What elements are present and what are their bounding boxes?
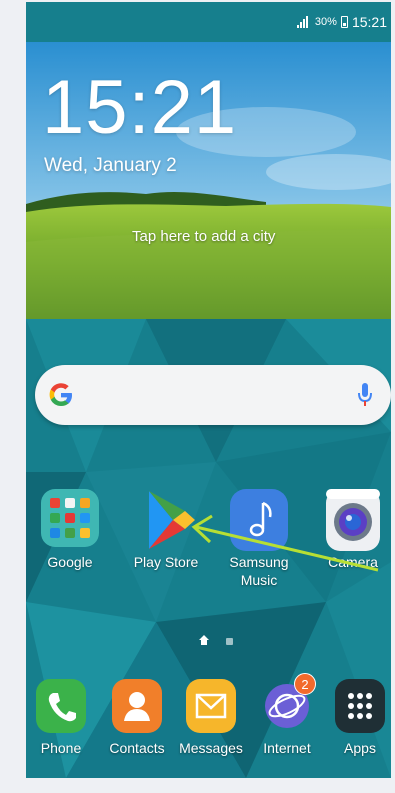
app-label: Play Store: [133, 554, 199, 570]
dock-phone[interactable]: Phone: [26, 679, 96, 757]
widget-date: Wed, January 2: [44, 155, 177, 176]
google-search-bar[interactable]: [35, 365, 391, 425]
app-label: Samsung Music: [229, 554, 289, 588]
page-indicator: [191, 632, 241, 650]
play-store-icon: [137, 489, 195, 551]
app-label: Camera: [328, 554, 378, 570]
battery-icon: [340, 16, 348, 28]
add-city-link[interactable]: Tap here to add a city: [132, 228, 275, 245]
status-time: 15:21: [351, 14, 387, 30]
envelope-icon: [186, 679, 236, 733]
page-dot[interactable]: [226, 638, 234, 645]
contacts-icon: [112, 679, 162, 733]
phone-screen: 30% 15:21 15:21 Wed, January 2 Tap here …: [26, 2, 391, 778]
apps-grid-icon: [335, 679, 385, 733]
battery-percent: 30%: [314, 16, 337, 28]
dock-contacts[interactable]: Contacts: [102, 679, 172, 757]
app-samsung-music[interactable]: Samsung Music: [219, 489, 299, 589]
app-google-folder[interactable]: Google: [30, 489, 110, 571]
weather-widget[interactable]: 15:21 Wed, January 2 Tap here to add a c…: [26, 42, 391, 319]
music-note-icon: [230, 489, 288, 551]
home-page-dot[interactable]: [199, 632, 209, 645]
status-bar: 30% 15:21: [26, 2, 391, 42]
app-label: Google: [47, 554, 93, 570]
dock-apps[interactable]: Apps: [325, 679, 391, 757]
signal-icon: [296, 16, 311, 28]
mic-icon[interactable]: [357, 381, 373, 409]
app-label: Messages: [179, 740, 243, 756]
internet-planet-icon: 2: [262, 673, 316, 733]
app-camera[interactable]: Camera: [313, 489, 391, 571]
camera-icon: [326, 489, 380, 551]
app-label: Apps: [344, 740, 376, 756]
widget-clock: 15:21: [42, 65, 238, 150]
dock-messages[interactable]: Messages: [176, 679, 246, 757]
google-g-icon: [49, 383, 72, 406]
app-label: Internet: [263, 740, 311, 756]
dock-internet[interactable]: 2 Internet: [252, 673, 322, 757]
app-play-store[interactable]: Play Store: [126, 489, 206, 571]
app-label: Phone: [40, 740, 82, 756]
phone-icon: [36, 679, 86, 733]
notification-badge: 2: [294, 673, 316, 695]
app-label: Contacts: [109, 740, 165, 756]
google-folder-icon: [41, 489, 99, 547]
